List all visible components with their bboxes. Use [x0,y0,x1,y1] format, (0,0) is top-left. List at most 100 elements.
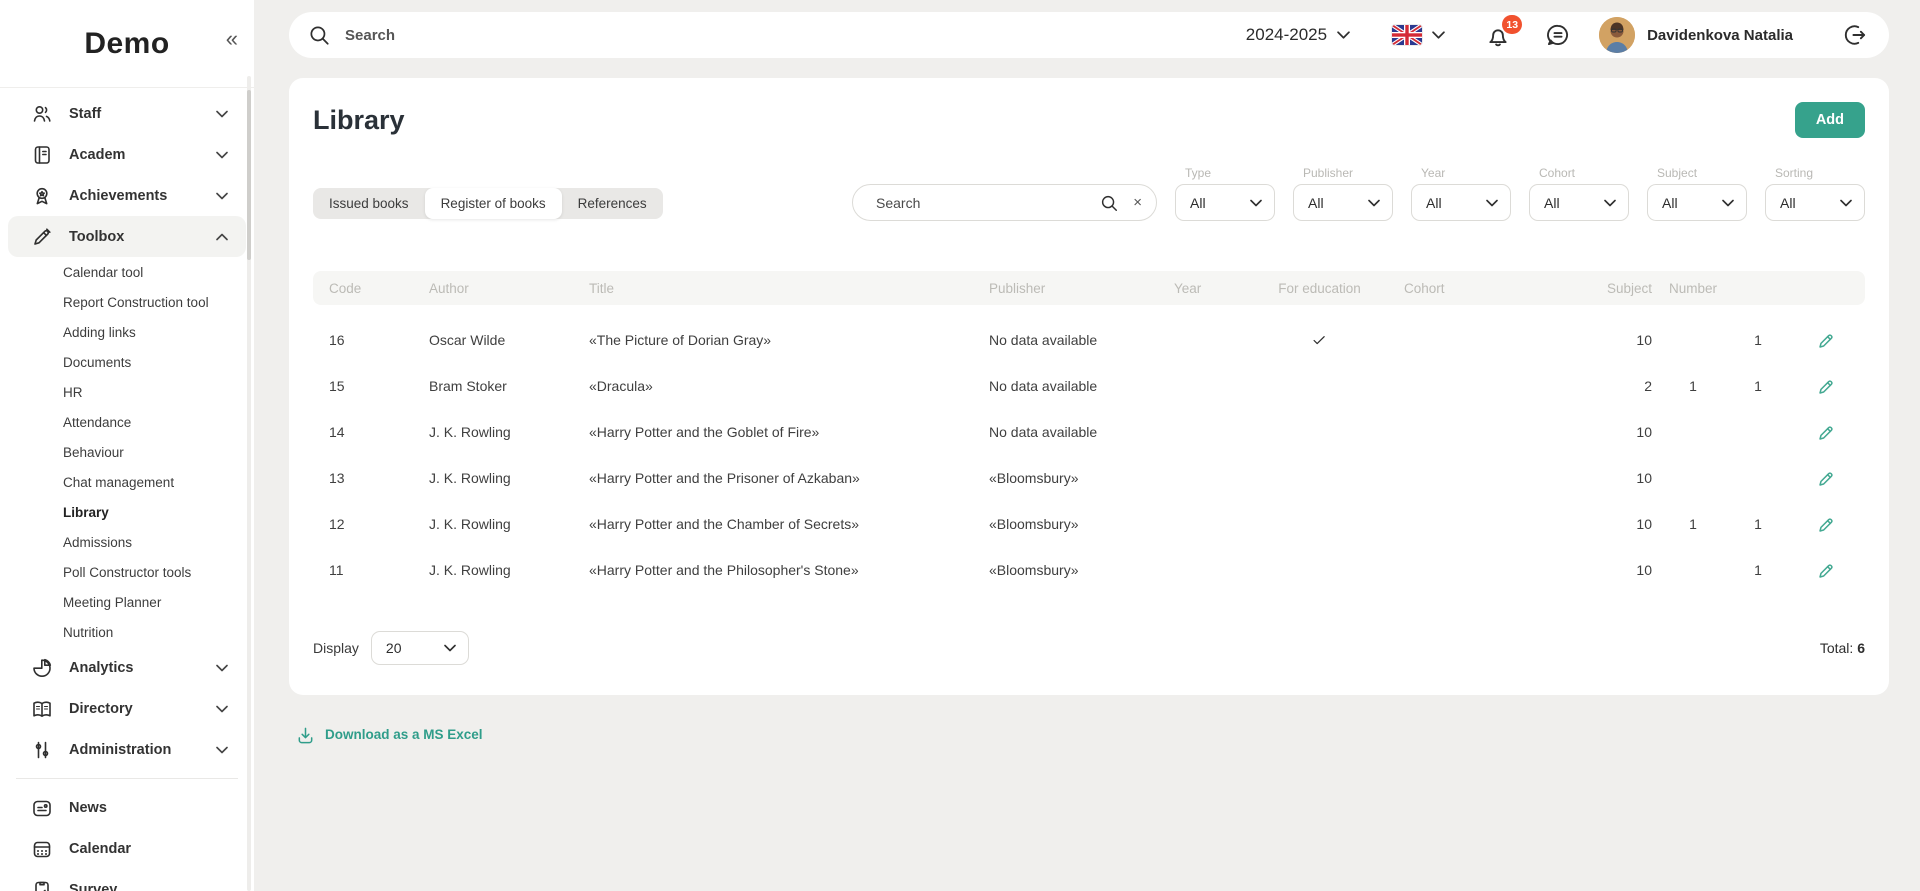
sidebar-subitem-hr[interactable]: HR [0,377,254,407]
cell-subject: 10 [1498,332,1658,348]
filter-year-select[interactable]: All [1411,184,1511,221]
notifications-button[interactable]: 13 [1485,22,1511,48]
table-body: 16Oscar Wilde«The Picture of Dorian Gray… [313,317,1865,593]
sidebar-item-survey[interactable]: Survey [8,869,246,891]
filter-value: All [1544,195,1560,211]
sidebar-subitem-behaviour[interactable]: Behaviour [0,437,254,467]
tab-register-of-books[interactable]: Register of books [425,188,562,219]
sidebar-subitem-meeting-planner[interactable]: Meeting Planner [0,587,254,617]
sidebar-item-toolbox[interactable]: Toolbox [8,216,246,257]
column-header-year: Year [1158,281,1251,296]
table-footer: Display 20 Total: 6 [313,631,1865,665]
sidebar-subitem-poll-constructor-tools[interactable]: Poll Constructor tools [0,557,254,587]
chevron-down-icon [216,192,228,200]
sidebar-item-calendar[interactable]: Calendar [8,828,246,869]
language-select[interactable] [1392,25,1445,45]
cell-number: 1 [1658,378,1728,394]
edit-button[interactable] [1813,373,1840,400]
sidebar-item-staff[interactable]: Staff [8,93,246,134]
search-input[interactable] [876,195,1085,211]
uk-flag-icon [1392,25,1422,45]
tab-issued-books[interactable]: Issued books [313,188,425,219]
edit-button[interactable] [1813,511,1840,538]
sidebar-subitem-report-construction-tool[interactable]: Report Construction tool [0,287,254,317]
column-header-author: Author [413,281,573,296]
filter-cohort-select[interactable]: All [1529,184,1629,221]
sidebar-item-news[interactable]: News [8,787,246,828]
filter-publisher-select[interactable]: All [1293,184,1393,221]
sidebar-item-administration[interactable]: Administration [8,729,246,770]
cell-number-2: 1 [1728,516,1788,532]
cell-for-education [1251,332,1388,349]
sidebar-subitem-library[interactable]: Library [0,497,254,527]
filter-value: All [1308,195,1324,211]
cell-publisher: «Bloomsbury» [973,516,1158,532]
controls-row: Issued booksRegister of booksReferences … [313,166,1865,221]
sidebar-subitem-nutrition[interactable]: Nutrition [0,617,254,647]
column-header-code: Code [313,281,413,296]
messages-button[interactable] [1545,22,1571,48]
sidebar-item-achievements[interactable]: Achievements [8,175,246,216]
tools-icon [30,226,54,248]
sidebar-subitem-adding-links[interactable]: Adding links [0,317,254,347]
cell-author: J. K. Rowling [413,516,573,532]
display-label: Display [313,640,359,656]
sidebar-subitem-calendar-tool[interactable]: Calendar tool [0,257,254,287]
filter-type: TypeAll [1175,166,1275,221]
topbar: Search 2024-2025 13 [289,12,1889,58]
pie-icon [30,657,54,679]
sidebar-item-academ[interactable]: Academ [8,134,246,175]
search-icon[interactable] [1099,193,1119,213]
filter-selects: TypeAllPublisherAllYearAllCohortAllSubje… [1175,166,1865,221]
filter-sorting-select[interactable]: All [1765,184,1865,221]
cell-actions [1788,465,1865,492]
sidebar-item-directory[interactable]: Directory [8,688,246,729]
sidebar-subitem-attendance[interactable]: Attendance [0,407,254,437]
sidebar-item-label: Academ [69,147,201,163]
sidebar-subitem-chat-management[interactable]: Chat management [0,467,254,497]
academic-year-select[interactable]: 2024-2025 [1246,25,1350,45]
edit-button[interactable] [1813,327,1840,354]
cell-title: «Harry Potter and the Chamber of Secrets… [573,516,973,532]
edit-button[interactable] [1813,557,1840,584]
cell-code: 13 [313,470,413,486]
sidebar: Demo « StaffAcademAchievementsToolboxCal… [0,0,254,891]
books-table: CodeAuthorTitlePublisherYearFor educatio… [313,271,1865,593]
cell-title: «Harry Potter and the Philosopher's Ston… [573,562,973,578]
sidebar-item-label: Toolbox [69,229,201,245]
filter-value: All [1426,195,1442,211]
cell-author: J. K. Rowling [413,470,573,486]
sidebar-item-label: Analytics [69,660,201,676]
chevron-down-icon [216,664,228,672]
download-excel-link[interactable]: Download as a MS Excel [296,725,483,744]
tab-references[interactable]: References [562,188,663,219]
sidebar-scrollbar-thumb[interactable] [247,90,251,260]
cell-code: 12 [313,516,413,532]
filter-subject-select[interactable]: All [1647,184,1747,221]
edit-button[interactable] [1813,465,1840,492]
cell-publisher: «Bloomsbury» [973,470,1158,486]
filter-value: All [1662,195,1678,211]
edit-button[interactable] [1813,419,1840,446]
main-area: Search 2024-2025 13 [254,0,1920,891]
chevron-down-icon [1368,199,1380,207]
download-label: Download as a MS Excel [325,727,483,742]
page-size-select[interactable]: 20 [371,631,469,665]
filter-type-select[interactable]: All [1175,184,1275,221]
sidebar-subitem-admissions[interactable]: Admissions [0,527,254,557]
filter-value: All [1190,195,1206,211]
add-button[interactable]: Add [1795,102,1865,138]
sliders-icon [30,739,54,761]
user-menu[interactable]: Davidenkova Natalia [1599,17,1793,53]
news-icon [30,797,54,819]
logout-button[interactable] [1841,22,1867,48]
cell-subject: 10 [1498,562,1658,578]
sidebar-item-analytics[interactable]: Analytics [8,647,246,688]
cell-publisher: No data available [973,332,1158,348]
clear-search-icon[interactable]: × [1133,195,1142,210]
global-search-input[interactable]: Search [307,23,395,47]
tab-group: Issued booksRegister of booksReferences [313,188,663,219]
table-row: 15Bram Stoker«Dracula»No data available2… [313,363,1865,409]
collapse-sidebar-icon[interactable]: « [226,28,238,50]
sidebar-subitem-documents[interactable]: Documents [0,347,254,377]
